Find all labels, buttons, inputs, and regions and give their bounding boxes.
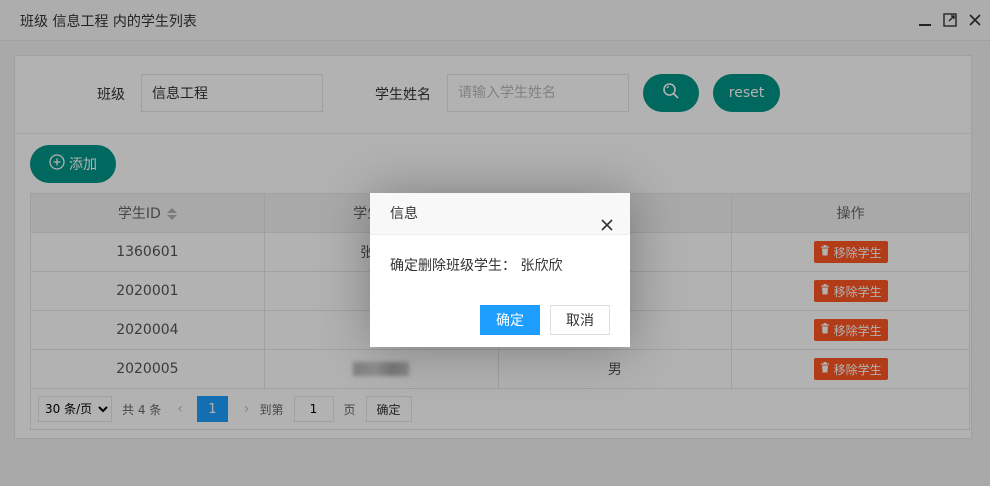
dialog-header: 信息 [370, 193, 630, 235]
confirm-button[interactable]: 确定 [480, 305, 540, 335]
close-icon[interactable] [600, 207, 614, 231]
dialog-footer: 确定 取消 [480, 305, 610, 335]
dialog-message: 确定删除班级学生： 张欣欣 [390, 258, 563, 274]
cancel-button[interactable]: 取消 [550, 305, 610, 335]
confirm-dialog: 信息 确定删除班级学生： 张欣欣 确定 取消 [370, 193, 630, 347]
dialog-title: 信息 [390, 206, 418, 222]
